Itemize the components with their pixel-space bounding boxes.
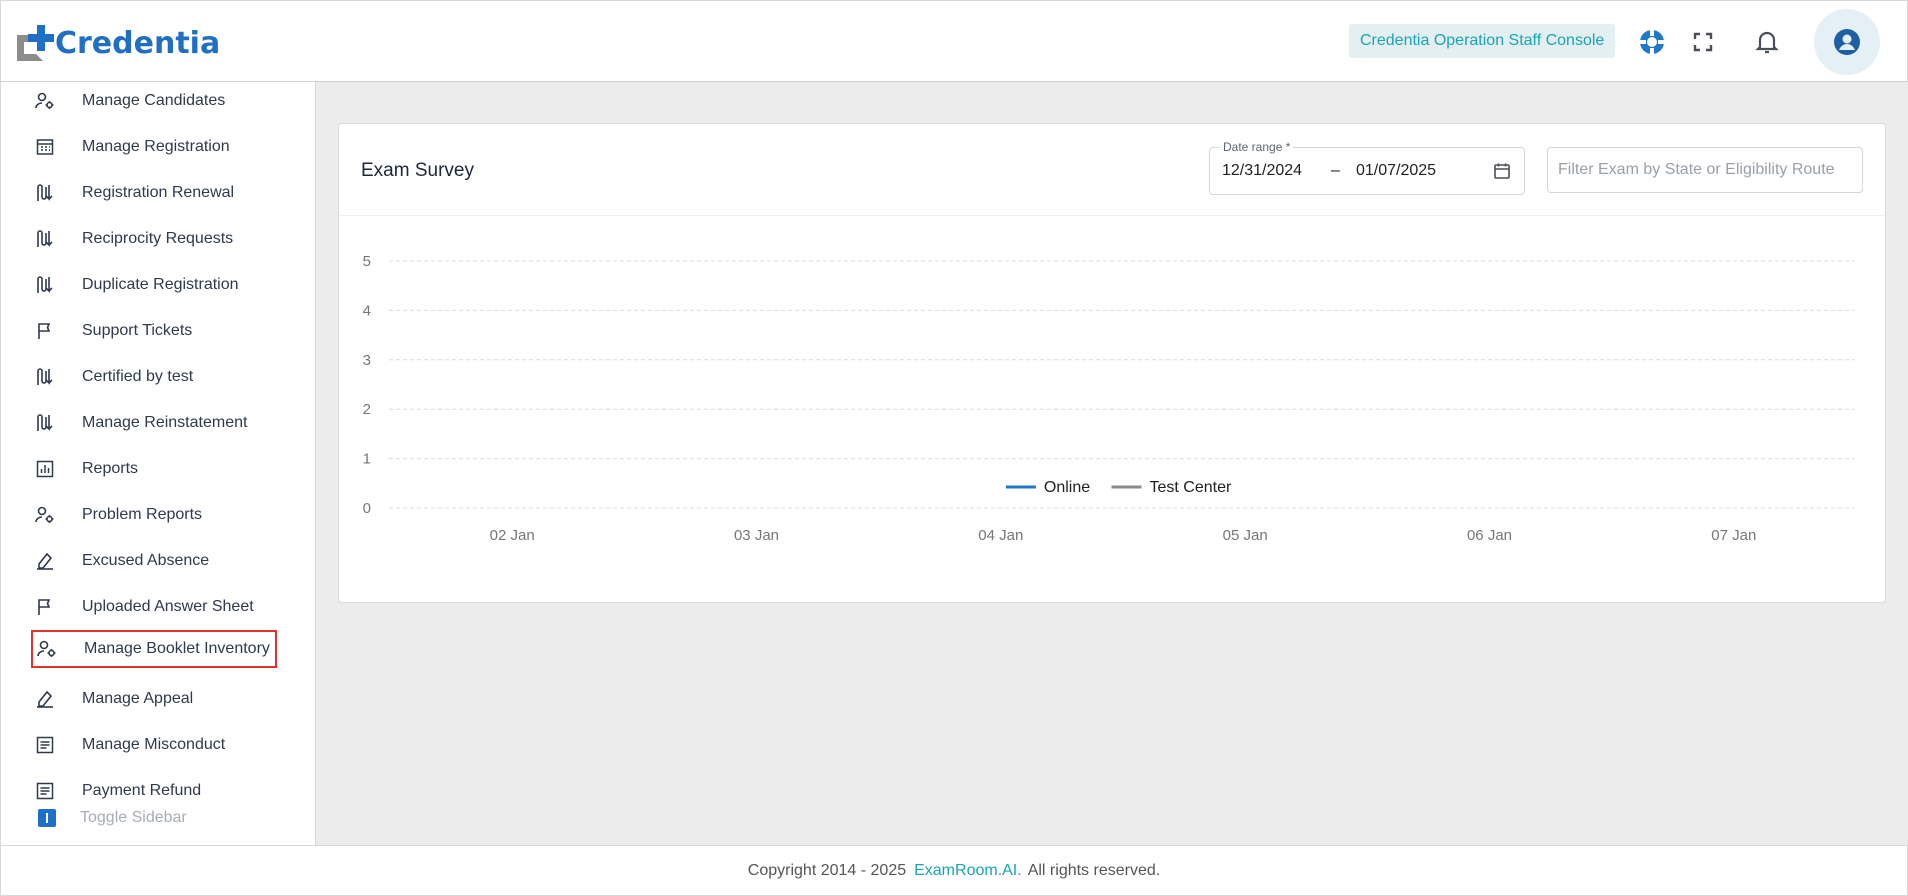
sidebar-item-label: Payment Refund <box>82 782 202 799</box>
legend-item[interactable]: Online <box>1005 479 1090 496</box>
legend-label: Test Center <box>1150 479 1232 496</box>
y-tick-label: 4 <box>363 302 371 319</box>
legend-item[interactable]: Test Center <box>1111 479 1232 496</box>
sidebar-item-manage-appeal[interactable]: Manage Appeal <box>34 681 193 717</box>
y-tick-label: 0 <box>363 500 371 517</box>
sidebar-item-manage-booklet-inventory[interactable]: Manage Booklet Inventory <box>31 630 277 668</box>
copyright-text: Copyright 2014 - 2025 <box>747 861 907 879</box>
sidebar-item-payment-refund[interactable]: Payment Refund <box>34 773 201 809</box>
date-separator: – <box>1331 162 1340 179</box>
sidebar-item-label: Reciprocity Requests <box>82 230 234 247</box>
sidebar-item-label: Problem Reports <box>82 506 203 523</box>
sidebar-item-manage-misconduct[interactable]: Manage Misconduct <box>34 727 225 763</box>
credentia-logo[interactable]: Credentia <box>17 23 220 63</box>
sidebar-item-label: Uploaded Answer Sheet <box>82 598 254 615</box>
sidebar-item-manage-reinstatement[interactable]: Manage Reinstatement <box>34 405 247 441</box>
sidebar-item-excused-absence[interactable]: Excused Absence <box>34 543 209 579</box>
flag-icon <box>34 320 56 342</box>
credentia-logo-mark <box>17 25 54 61</box>
x-tick-label: 04 Jan <box>978 527 1023 544</box>
sidebar-item-reports[interactable]: Reports <box>34 451 138 487</box>
swap-arrows-icon <box>34 228 56 250</box>
toggle-sidebar-icon <box>38 809 56 827</box>
sidebar-item-label: Excused Absence <box>82 552 210 569</box>
y-tick-label: 2 <box>363 401 371 418</box>
exam-survey-chart: 0 1 2 3 4 5 02 Jan 03 Jan 04 Jan 05 Jan 06 Jan 07 … <box>363 253 1855 544</box>
sidebar-item-uploaded-answer-sheet[interactable]: Uploaded Answer Sheet <box>34 589 254 625</box>
sidebar-item-label: Registration Renewal <box>82 184 235 201</box>
account-icon <box>1834 29 1860 55</box>
toggle-sidebar-button[interactable]: Toggle Sidebar <box>38 809 187 827</box>
account-avatar-button[interactable] <box>1814 9 1880 75</box>
exam-filter-input[interactable] <box>1548 148 1862 192</box>
footer: Copyright 2014 - 2025 ExamRoom.AI. All r… <box>0 845 1908 896</box>
x-tick-label: 02 Jan <box>490 527 535 544</box>
date-range-label: Date range * <box>1220 140 1294 154</box>
examroom-link[interactable]: ExamRoom.AI. <box>914 862 1022 880</box>
legend-label: Online <box>1044 479 1090 496</box>
sidebar-item-manage-candidates[interactable]: Manage Candidates <box>34 83 225 119</box>
flag-icon <box>34 596 56 618</box>
card-header: Exam Survey Date range * 12/31/2024 – 01… <box>339 124 1885 216</box>
sidebar-item-manage-registration[interactable]: Manage Registration <box>34 129 230 165</box>
exam-filter-field[interactable] <box>1547 147 1863 193</box>
sidebar-item-label: Manage Booklet Inventory <box>84 640 270 657</box>
date-end-input[interactable]: 01/07/2025 <box>1356 162 1436 180</box>
date-range-field[interactable]: Date range * 12/31/2024 – 01/07/2025 <box>1209 140 1525 195</box>
fullscreen-icon[interactable] <box>1688 27 1718 57</box>
sidebar-item-label: Manage Registration <box>82 138 230 155</box>
sidebar-item-certified-by-test[interactable]: Certified by test <box>34 359 193 395</box>
sidebar-item-duplicate-registration[interactable]: Duplicate Registration <box>34 267 239 303</box>
sidebar-item-label: Reports <box>82 460 139 477</box>
date-start-input[interactable]: 12/31/2024 <box>1222 162 1302 180</box>
document-lines-icon <box>34 780 56 802</box>
sidebar-item-problem-reports[interactable]: Problem Reports <box>34 497 202 533</box>
calendar-grid-icon <box>34 136 56 158</box>
logo-text: Credentia <box>55 25 221 61</box>
swap-arrows-icon <box>34 412 56 434</box>
y-tick-label: 1 <box>363 451 371 468</box>
sidebar-item-label: Manage Appeal <box>82 690 194 707</box>
x-tick-label: 06 Jan <box>1467 527 1512 544</box>
stamp-icon <box>34 688 56 710</box>
sidebar-item-label: Manage Misconduct <box>82 736 226 753</box>
rights-text: All rights reserved. <box>1027 861 1161 879</box>
sidebar-item-registration-renewal[interactable]: Registration Renewal <box>34 175 234 211</box>
stamp-icon <box>34 550 56 572</box>
swap-arrows-icon <box>34 182 56 204</box>
x-tick-label: 07 Jan <box>1711 527 1756 544</box>
sidebar-item-reciprocity-requests[interactable]: Reciprocity Requests <box>34 221 233 257</box>
console-badge: Credentia Operation Staff Console <box>1349 24 1616 58</box>
document-lines-icon <box>34 734 56 756</box>
sidebar: Manage Candidates Manage Registration Re… <box>0 82 316 845</box>
support-icon[interactable] <box>1637 27 1667 57</box>
user-gear-icon <box>34 504 56 526</box>
card-title: Exam Survey <box>361 160 474 181</box>
exam-survey-card: Exam Survey Date range * 12/31/2024 – 01… <box>338 123 1886 603</box>
swap-arrows-icon <box>34 274 56 296</box>
sidebar-item-support-tickets[interactable]: Support Tickets <box>34 313 192 349</box>
sidebar-item-label: Manage Candidates <box>82 92 226 109</box>
y-tick-label: 5 <box>363 253 371 270</box>
bar-chart-icon <box>34 458 56 480</box>
user-gear-icon <box>36 638 58 660</box>
swap-arrows-icon <box>34 366 56 388</box>
user-gear-icon <box>34 90 56 112</box>
x-tick-label: 03 Jan <box>734 527 779 544</box>
sidebar-item-label: Support Tickets <box>82 322 193 339</box>
sidebar-item-label: Manage Reinstatement <box>82 414 248 431</box>
sidebar-item-label: Duplicate Registration <box>82 276 239 293</box>
x-tick-label: 05 Jan <box>1223 527 1268 544</box>
bell-icon[interactable] <box>1752 27 1782 57</box>
sidebar-item-label: Certified by test <box>82 368 194 385</box>
calendar-icon[interactable] <box>1493 162 1511 185</box>
toggle-sidebar-label: Toggle Sidebar <box>80 809 187 826</box>
top-header: Credentia Credentia Operation Staff Cons… <box>0 0 1908 82</box>
y-tick-label: 3 <box>363 352 371 369</box>
